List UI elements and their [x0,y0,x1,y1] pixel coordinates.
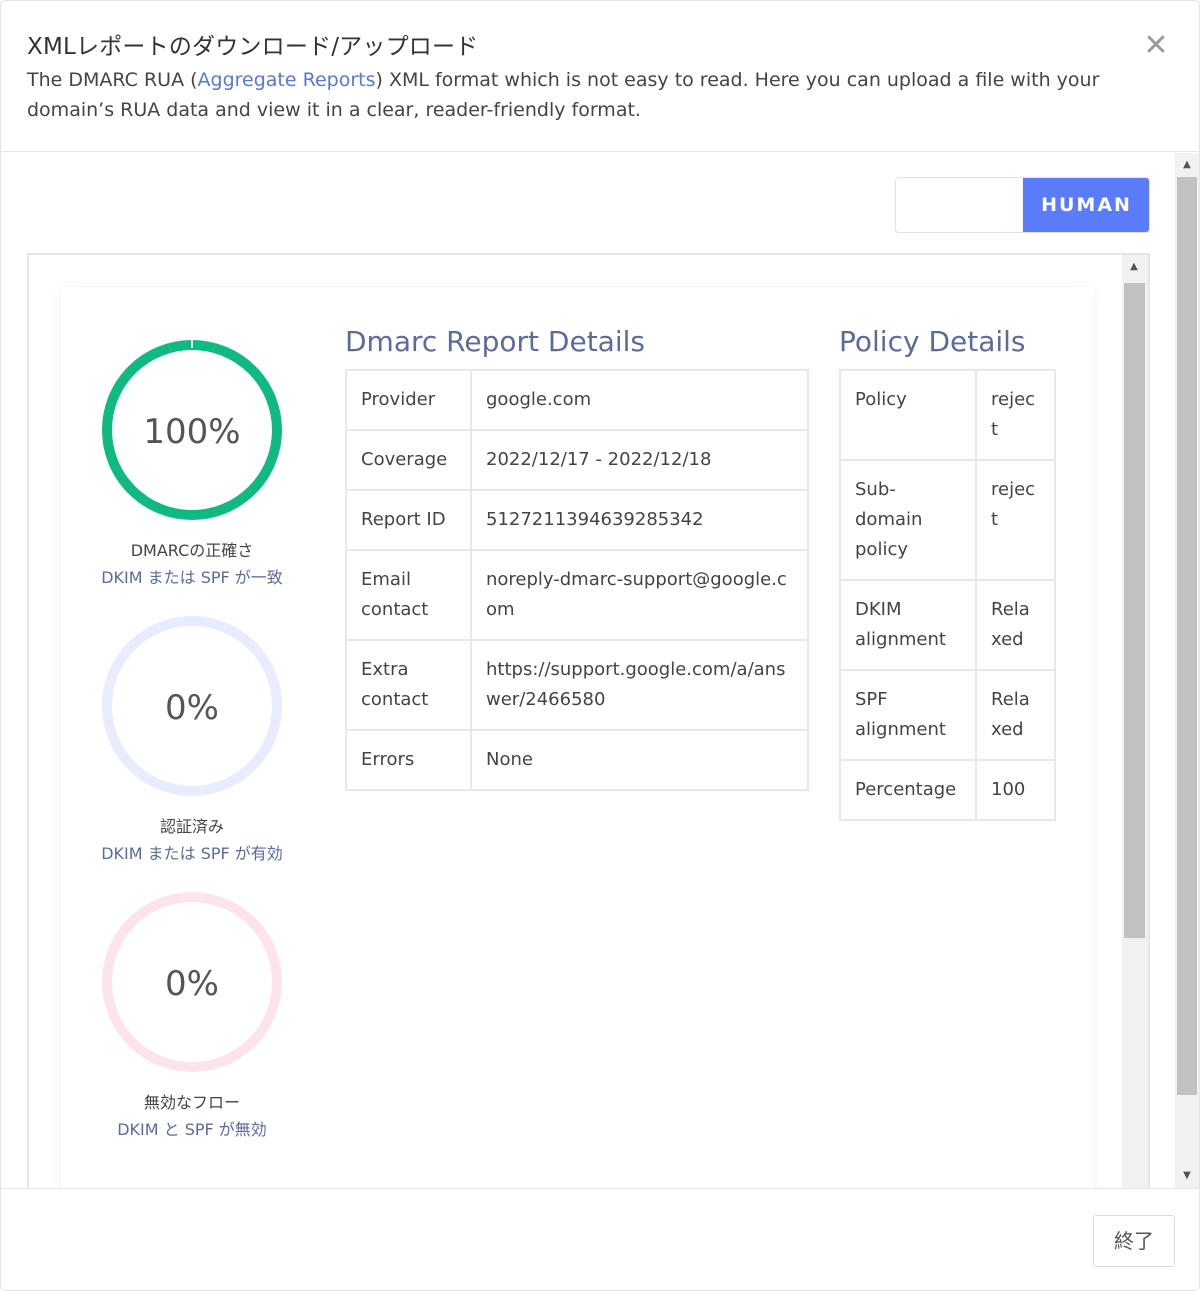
row-value: 100 [975,759,1056,821]
report-card: 100% DMARCの正確さ DKIM または SPF が一致 0% 認証済み … [61,287,1093,1188]
desc-prefix: The DMARC RUA ( [27,69,198,91]
row-value: noreply-dmarc-support@google.com [470,549,809,641]
toggle-xml-option[interactable] [896,178,1024,232]
gauge-label: DMARCの正確さ [130,541,254,560]
table-row: Errors None [345,729,809,791]
table-row: Provider google.com [345,369,809,431]
scroll-down-icon[interactable]: ▼ [1175,1166,1199,1186]
row-value: https://support.google.com/a/answer/2466… [470,639,809,731]
gauge-value: 0% [165,688,219,728]
report-modal: XMLレポートのダウンロード/アップロード The DMARC RUA (Agg… [0,0,1200,1291]
row-key: Email contact [345,549,472,641]
close-icon[interactable]: ✕ [1141,31,1171,61]
gauge-value: 0% [165,964,219,1004]
gauge-ring: 100% [102,340,282,520]
row-key: Sub-domain policy [839,459,977,581]
gauge-label: 認証済み [159,817,224,836]
scroll-thumb[interactable] [1177,177,1197,1095]
row-value: 5127211394639285342 [470,489,809,551]
row-key: Extra contact [345,639,472,731]
table-row: Extra contact https://support.google.com/… [345,639,809,731]
policy-details-table: Policy reject Sub-domain policy reject DKI… [839,369,1056,821]
close-button[interactable]: 終了 [1093,1215,1175,1267]
gauge-sub: DKIM または SPF が有効 [101,844,283,863]
table-row: Percentage 100 [839,759,1056,821]
gauge-authenticated: 0% 認証済み DKIM または SPF が有効 [97,611,287,867]
gauge-ring: 0% [102,892,282,1072]
row-value: reject [975,459,1056,581]
row-key: Errors [345,729,472,791]
row-value: Relaxed [975,669,1056,761]
row-value: google.com [470,369,809,431]
table-row: Policy reject [839,369,1056,461]
row-key: Report ID [345,489,472,551]
row-key: Policy [839,369,977,461]
scroll-up-icon[interactable]: ▲ [1175,155,1199,175]
modal-title: XMLレポートのダウンロード/アップロード [27,34,479,60]
view-toggle[interactable]: HUMAN [895,177,1150,233]
row-key: DKIM alignment [839,579,977,671]
modal-description: The DMARC RUA (Aggregate Reports) XML fo… [27,65,1127,125]
frame-scrollbar[interactable]: ▲ [1122,255,1148,1188]
modal-scrollbar[interactable]: ▲ ▼ [1175,153,1199,1188]
row-key: Coverage [345,429,472,491]
gauge-sub: DKIM または SPF が一致 [101,568,283,587]
row-key: SPF alignment [839,669,977,761]
table-row: DKIM alignment Relaxed [839,579,1056,671]
row-value: reject [975,369,1056,461]
gauge-value: 100% [143,412,240,452]
gauge-label: 無効なフロー [143,1093,240,1112]
gauge-dmarc-accuracy: 100% DMARCの正確さ DKIM または SPF が一致 [97,335,287,591]
scroll-thumb[interactable] [1124,283,1145,938]
aggregate-reports-link[interactable]: Aggregate Reports [198,69,376,91]
toggle-human-option[interactable]: HUMAN [1023,178,1149,232]
table-row: SPF alignment Relaxed [839,669,1056,761]
table-row: Report ID 5127211394639285342 [345,489,809,551]
table-row: Email contact noreply-dmarc-support@googl… [345,549,809,641]
modal-footer: 終了 [1,1188,1199,1290]
row-key: Provider [345,369,472,431]
row-value: Relaxed [975,579,1056,671]
report-frame: 100% DMARCの正確さ DKIM または SPF が一致 0% 認証済み … [27,253,1150,1188]
gauge-ring: 0% [102,616,282,796]
gauge-sub: DKIM と SPF が無効 [117,1120,267,1139]
report-details-title: Dmarc Report Details [345,325,645,358]
row-value: None [470,729,809,791]
policy-details-title: Policy Details [839,325,1026,358]
table-row: Sub-domain policy reject [839,459,1056,581]
row-key: Percentage [839,759,977,821]
report-details-table: Provider google.com Coverage 2022/12/17 - … [345,369,809,791]
scroll-up-icon[interactable]: ▲ [1122,257,1146,277]
modal-header: XMLレポートのダウンロード/アップロード The DMARC RUA (Agg… [1,1,1199,152]
table-row: Coverage 2022/12/17 - 2022/12/18 [345,429,809,491]
row-value: 2022/12/17 - 2022/12/18 [470,429,809,491]
modal-body: HUMAN 100% DMARCの正確さ DKIM または SPF が一致 0%… [1,153,1177,1188]
gauge-invalid-flow: 0% 無効なフロー DKIM と SPF が無効 [97,887,287,1143]
